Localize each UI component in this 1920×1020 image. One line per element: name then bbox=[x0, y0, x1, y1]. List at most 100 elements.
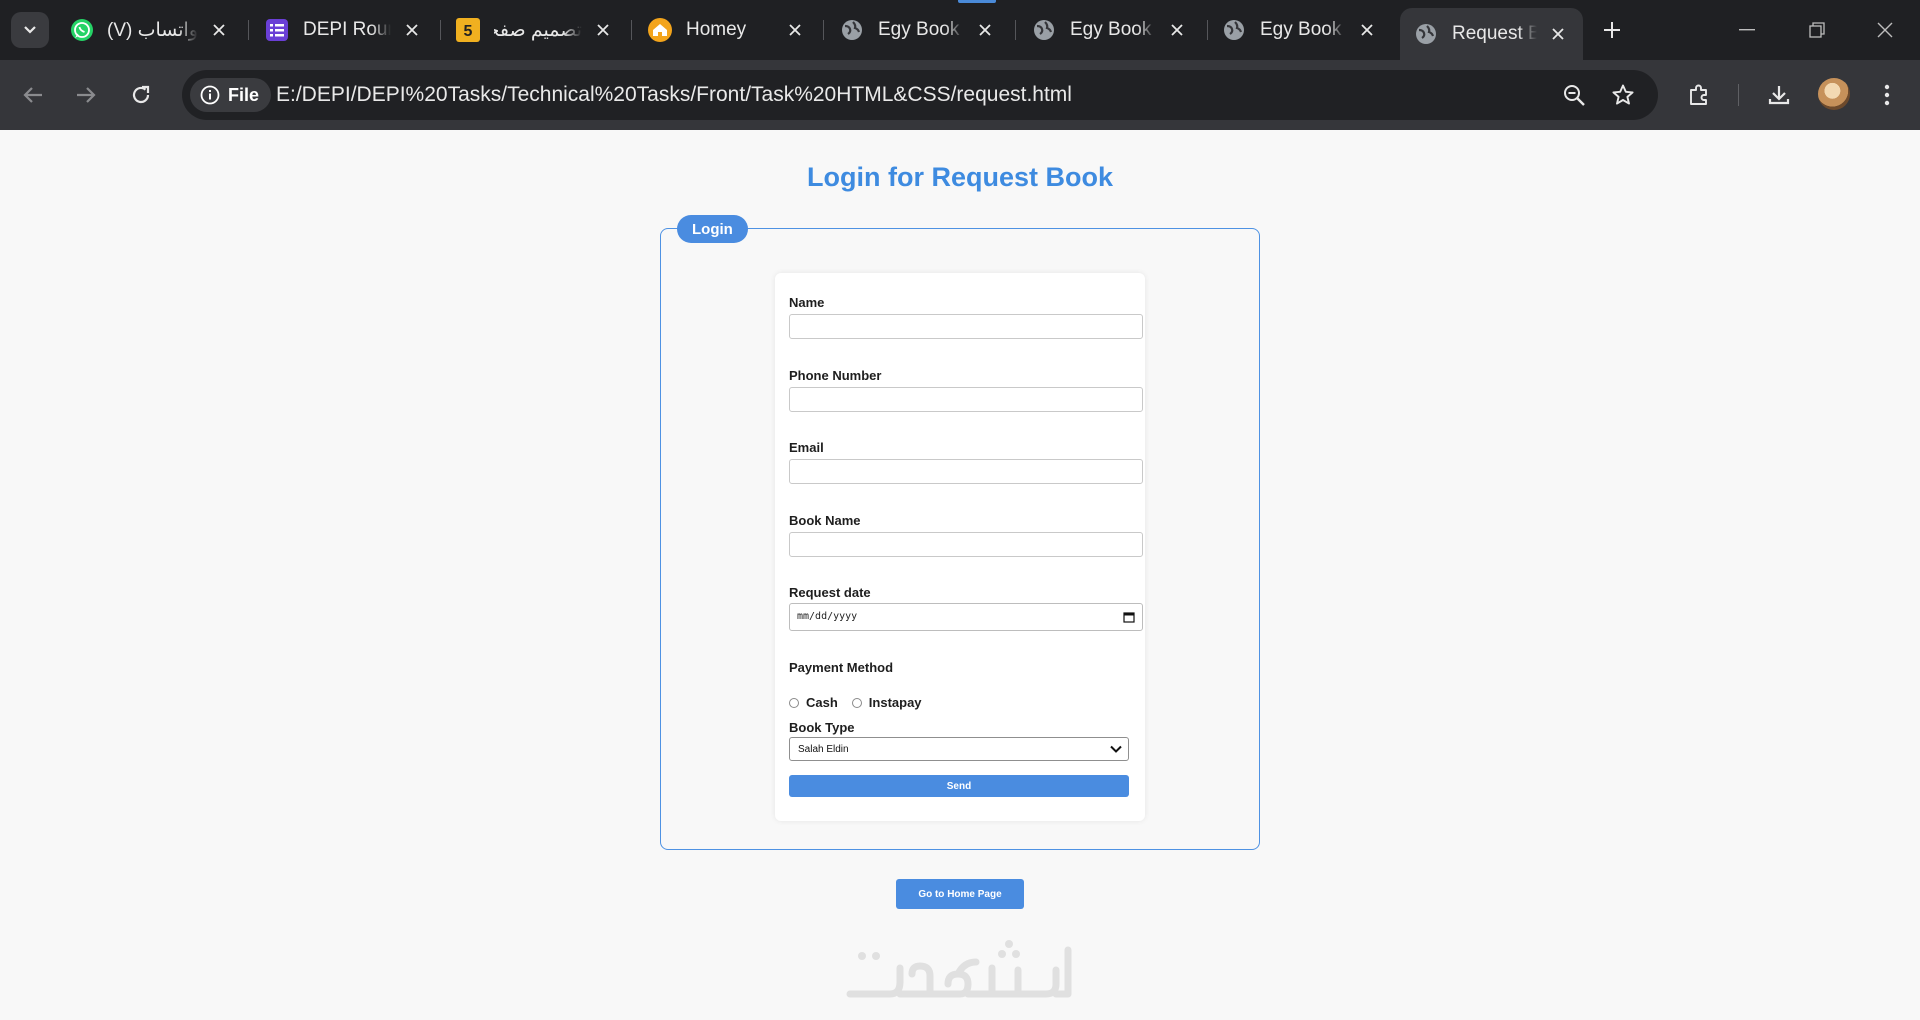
site-chip-label: File bbox=[228, 84, 260, 105]
tab-separator bbox=[631, 20, 632, 40]
name-label: Name bbox=[789, 295, 825, 310]
request-form: Name Phone Number Email Book Name Reques… bbox=[775, 273, 1145, 821]
bookmark-button[interactable] bbox=[1609, 81, 1637, 109]
tab-separator bbox=[823, 20, 824, 40]
close-icon[interactable] bbox=[1547, 23, 1569, 45]
tab-request-book[interactable]: Request Bo bbox=[1400, 8, 1583, 60]
minimize-icon bbox=[1739, 29, 1755, 31]
tab-whatsapp[interactable]: واتساب (V) bbox=[70, 9, 230, 51]
globe-icon bbox=[1032, 18, 1056, 42]
tab-strip: واتساب (V) DEPI Round 5 تصميم صفحة Homey… bbox=[0, 0, 1920, 60]
payment-method-label: Payment Method bbox=[789, 660, 894, 675]
date-placeholder: mm/dd/yyyy bbox=[797, 611, 858, 622]
avatar[interactable] bbox=[1818, 78, 1850, 110]
book-type-select[interactable]: Salah Eldin bbox=[789, 737, 1129, 761]
close-icon bbox=[1877, 22, 1893, 38]
browser-toolbar: File E:/DEPI/DEPI%20Tasks/Technical%20Ta… bbox=[0, 60, 1920, 130]
tab-egy-book-1[interactable]: Egy Book s bbox=[840, 9, 996, 51]
tab-separator bbox=[1207, 20, 1208, 40]
calendar-icon[interactable] bbox=[1123, 611, 1135, 623]
cash-radio[interactable] bbox=[789, 697, 799, 708]
tab-loading-indicator bbox=[958, 0, 996, 3]
kebab-menu-icon bbox=[1884, 84, 1890, 106]
tab-title: Egy Book s bbox=[1070, 19, 1156, 40]
login-fieldset: Login Name Phone Number Email Book Name … bbox=[660, 215, 1260, 850]
tab-depi-round[interactable]: DEPI Round bbox=[265, 9, 423, 51]
tab-separator bbox=[440, 20, 441, 40]
tab-title: DEPI Round bbox=[303, 19, 391, 40]
phone-label: Phone Number bbox=[789, 368, 882, 383]
globe-icon bbox=[1222, 18, 1246, 42]
tab-egy-book-2[interactable]: Egy Book s bbox=[1032, 9, 1188, 51]
forward-button[interactable] bbox=[67, 76, 105, 114]
tab-separator bbox=[1015, 20, 1016, 40]
globe-icon bbox=[840, 18, 864, 42]
globe-icon bbox=[1414, 22, 1438, 46]
cash-radio-label[interactable]: Cash bbox=[806, 695, 838, 710]
chevron-down-icon bbox=[1110, 745, 1122, 753]
download-icon bbox=[1768, 86, 1790, 105]
payment-options: Cash Instapay bbox=[789, 695, 922, 710]
back-button[interactable] bbox=[14, 76, 52, 114]
zoom-button[interactable] bbox=[1560, 81, 1588, 109]
close-icon[interactable] bbox=[1356, 19, 1378, 41]
arrow-left-icon bbox=[23, 87, 42, 103]
request-date-label: Request date bbox=[789, 585, 871, 600]
request-date-input[interactable]: mm/dd/yyyy bbox=[789, 603, 1143, 631]
chevron-down-icon bbox=[24, 26, 36, 34]
phone-input[interactable] bbox=[789, 387, 1143, 412]
url-text[interactable]: E:/DEPI/DEPI%20Tasks/Technical%20Tasks/F… bbox=[276, 83, 1072, 107]
tab-title: Homey bbox=[686, 19, 747, 40]
email-label: Email bbox=[789, 440, 824, 455]
close-icon[interactable] bbox=[592, 19, 614, 41]
tab-title: واتساب (V) bbox=[108, 19, 198, 41]
close-icon[interactable] bbox=[401, 19, 423, 41]
extensions-button[interactable] bbox=[1680, 76, 1718, 114]
address-bar[interactable]: File E:/DEPI/DEPI%20Tasks/Technical%20Ta… bbox=[182, 70, 1658, 120]
tab-title: Request Bo bbox=[1452, 23, 1537, 44]
menu-button[interactable] bbox=[1868, 76, 1906, 114]
reload-icon bbox=[132, 85, 150, 104]
toolbar-separator bbox=[1738, 84, 1739, 106]
new-tab-button[interactable] bbox=[1598, 16, 1626, 44]
tab-badge: 5 bbox=[464, 23, 473, 40]
close-icon[interactable] bbox=[974, 19, 996, 41]
tab-title: Egy Book s bbox=[1260, 19, 1346, 40]
khamsat-watermark-logo bbox=[846, 940, 1072, 998]
book-type-value: Salah Eldin bbox=[798, 743, 849, 755]
close-icon[interactable] bbox=[208, 19, 230, 41]
page-viewport: Login for Request Book Login Name Phone … bbox=[0, 130, 1920, 1020]
reload-button[interactable] bbox=[122, 76, 160, 114]
star-icon bbox=[1612, 84, 1634, 105]
tab-title: Egy Book s bbox=[878, 19, 964, 40]
tab-title: تصميم صفحة bbox=[494, 19, 582, 41]
tab-homey[interactable]: Homey bbox=[648, 9, 806, 51]
khamsat-icon: 5 bbox=[456, 18, 480, 42]
tab-separator bbox=[248, 20, 249, 40]
minimize-button[interactable] bbox=[1730, 14, 1764, 46]
downloads-button[interactable] bbox=[1760, 76, 1798, 114]
whatsapp-icon bbox=[70, 18, 94, 42]
close-icon[interactable] bbox=[1166, 19, 1188, 41]
email-input[interactable] bbox=[789, 459, 1143, 484]
window-close-button[interactable] bbox=[1868, 14, 1902, 46]
page-title: Login for Request Book bbox=[807, 162, 1113, 192]
instapay-radio[interactable] bbox=[851, 697, 862, 708]
close-icon[interactable] bbox=[784, 19, 806, 41]
name-input[interactable] bbox=[789, 314, 1143, 339]
tab-search-button[interactable] bbox=[11, 12, 49, 48]
list-icon bbox=[265, 18, 289, 42]
restore-button[interactable] bbox=[1800, 14, 1834, 46]
instapay-radio-label[interactable]: Instapay bbox=[869, 695, 922, 710]
book-name-input[interactable] bbox=[789, 532, 1143, 557]
plus-icon bbox=[1604, 22, 1620, 38]
tab-khamsat[interactable]: 5 تصميم صفحة bbox=[456, 9, 614, 51]
go-home-button[interactable]: Go to Home Page bbox=[896, 879, 1024, 909]
tab-egy-book-3[interactable]: Egy Book s bbox=[1222, 9, 1378, 51]
fieldset-legend: Login bbox=[677, 215, 748, 243]
restore-icon bbox=[1809, 22, 1825, 38]
site-info-chip[interactable]: File bbox=[190, 78, 272, 112]
info-icon bbox=[200, 85, 220, 105]
home-icon bbox=[648, 18, 672, 42]
send-button[interactable]: Send bbox=[789, 775, 1129, 797]
